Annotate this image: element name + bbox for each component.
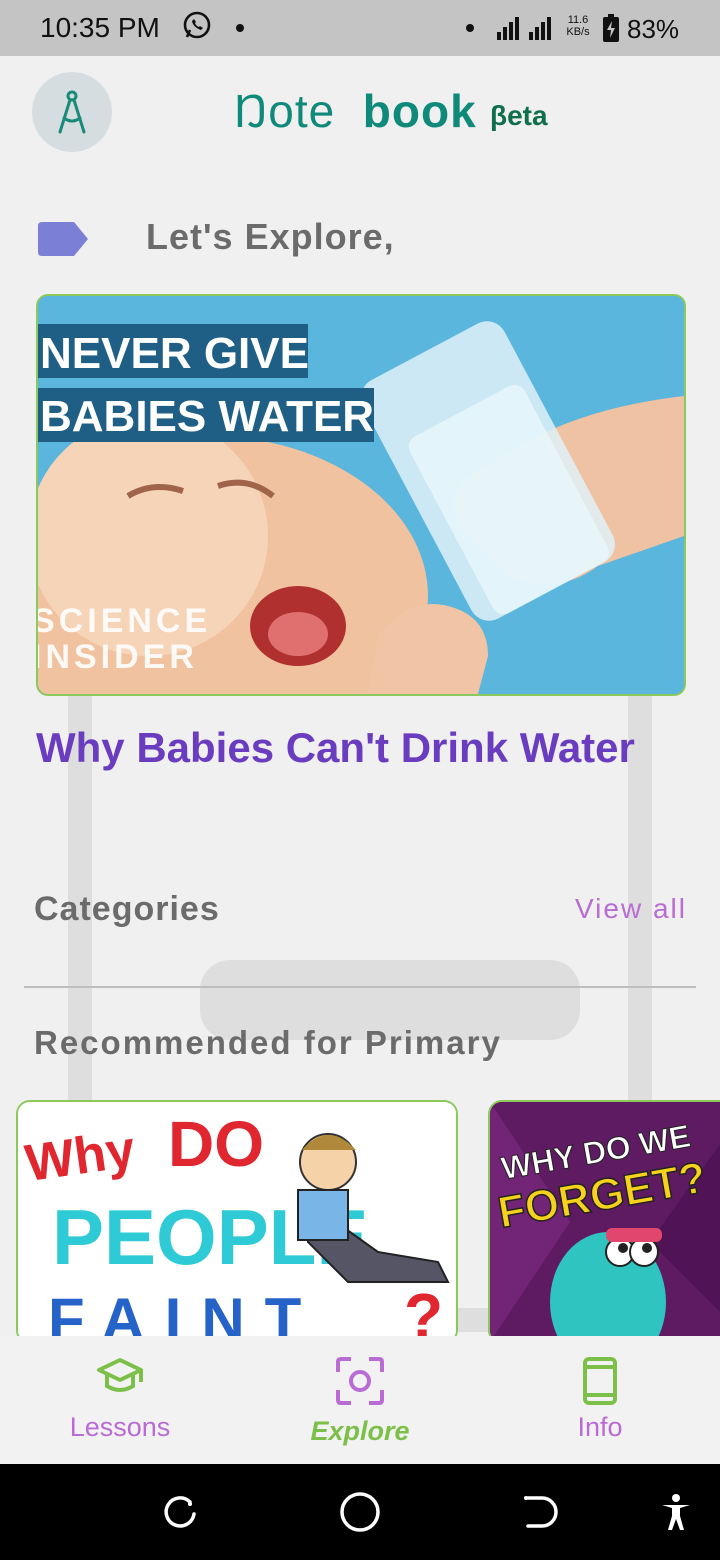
label-tag-icon — [38, 222, 88, 256]
dot-icon — [466, 24, 474, 32]
network-speed: 11.6 KB/s — [566, 14, 590, 38]
graduation-cap-icon — [97, 1358, 143, 1392]
view-all-link[interactable]: View all — [575, 893, 687, 925]
thumbnail-brand-2: INSIDER — [38, 638, 198, 676]
dot-icon — [236, 24, 244, 32]
svg-text:FAINT: FAINT — [48, 1286, 321, 1342]
status-bar: 10:35 PM 11.6 KB/s 83% — [0, 0, 720, 56]
battery-charging-icon — [603, 14, 619, 42]
thumbnail-headline-2: BABIES WATER — [40, 392, 374, 441]
recommended-heading: Recommended for Primary — [34, 1024, 502, 1061]
phone-icon — [583, 1357, 617, 1405]
card-thumbnail: Why DO PEOPLE FAINT ? — [18, 1102, 456, 1342]
bottom-navigation: Lessons Explore Info — [0, 1336, 720, 1464]
featured-thumbnail: NEVER GIVE BABIES WATER SCIENCE INSIDER — [38, 296, 684, 694]
compass-icon — [58, 90, 86, 134]
battery-percent: 83% — [627, 14, 680, 44]
categories-heading: Categories — [34, 890, 220, 928]
profile-avatar[interactable] — [32, 72, 112, 152]
svg-text:DO: DO — [168, 1108, 264, 1180]
clock: 10:35 PM — [40, 12, 160, 43]
nav-info-label: Info — [577, 1412, 623, 1442]
whatsapp-icon — [183, 11, 211, 39]
thumbnail-headline-1: NEVER GIVE — [40, 329, 309, 378]
recent-apps-icon[interactable] — [160, 1492, 200, 1532]
signal-icon — [497, 17, 551, 40]
svg-text:?: ? — [404, 1280, 443, 1342]
accessibility-icon[interactable] — [656, 1492, 696, 1532]
home-icon[interactable] — [338, 1490, 382, 1534]
nav-lessons-label: Lessons — [69, 1412, 171, 1442]
featured-video-card[interactable]: NEVER GIVE BABIES WATER SCIENCE INSIDER — [36, 294, 686, 696]
thumbnail-brand-1: SCIENCE — [38, 602, 211, 640]
system-navigation-bar — [0, 1464, 720, 1560]
nav-explore[interactable]: Explore — [240, 1336, 480, 1464]
nav-info[interactable]: Info — [480, 1336, 720, 1464]
app-title: Ŋote book — [234, 85, 477, 137]
back-icon[interactable] — [520, 1492, 560, 1532]
beta-badge: βeta — [490, 100, 548, 131]
nav-explore-label: Explore — [310, 1416, 410, 1446]
scan-icon — [336, 1357, 384, 1405]
recommended-card[interactable]: WHY DO WE FORGET? — [488, 1100, 720, 1344]
explore-heading: Let's Explore, — [146, 216, 395, 257]
card-thumbnail: WHY DO WE FORGET? — [490, 1102, 720, 1342]
nav-lessons[interactable]: Lessons — [0, 1336, 240, 1464]
featured-video-title[interactable]: Why Babies Can't Drink Water — [36, 724, 635, 772]
divider — [24, 986, 696, 988]
recommended-card[interactable]: Why DO PEOPLE FAINT ? — [16, 1100, 458, 1344]
